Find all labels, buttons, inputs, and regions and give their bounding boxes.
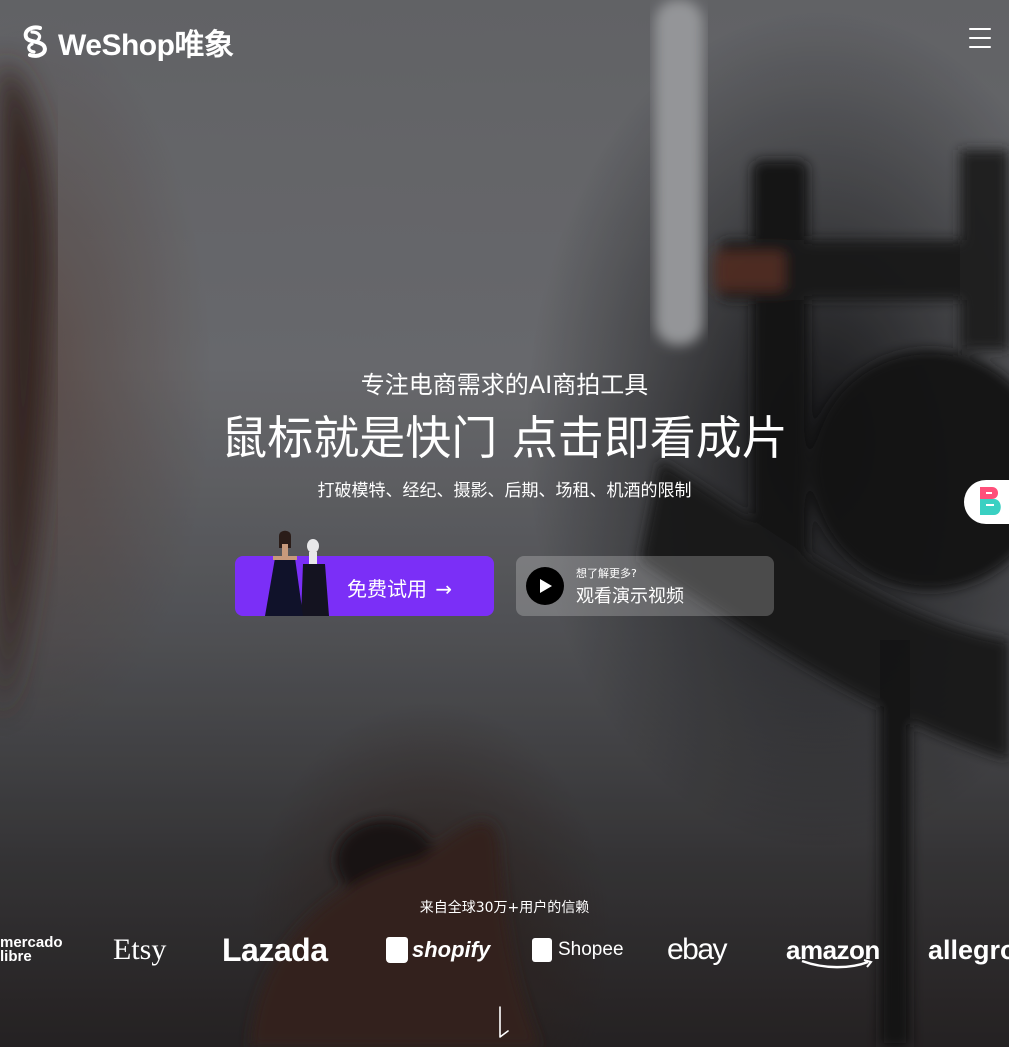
ebay-logo: ebay (667, 933, 728, 966)
weshop-logo-mark-icon (23, 25, 47, 58)
shopify-logo: shopify (386, 925, 490, 975)
video-caption-small: 想了解更多? (576, 567, 637, 580)
amazon-logo: amazon (786, 925, 880, 975)
etsy-logo: Etsy (113, 933, 167, 966)
shopify-bag-icon (386, 937, 408, 963)
play-triangle-icon (540, 579, 552, 593)
hamburger-menu-icon[interactable] (969, 28, 991, 48)
mercadolibre-logo: mercado libre (0, 925, 63, 975)
models-illustration-icon (265, 530, 329, 616)
lazada-logo: Lazada (222, 931, 328, 968)
shopee-text: Shopee (558, 939, 624, 960)
free-trial-label: 免费试用 → (347, 573, 452, 602)
amazon-smile-icon (801, 959, 873, 969)
menu-line (969, 46, 991, 48)
logo-text: WeShop唯象 (58, 29, 234, 62)
trust-caption: 来自全球30万+用户的信赖 (419, 900, 590, 916)
free-trial-text: 免费试用 (347, 577, 427, 601)
free-trial-button[interactable]: 免费试用 → (235, 530, 494, 616)
hero-subtitle: 专注电商需求的AI商拍工具 (360, 371, 649, 399)
shopee-logo: Shopee (532, 925, 624, 975)
background-dim-overlay (0, 0, 1009, 1047)
scroll-down-arrow-icon[interactable] (496, 1005, 512, 1041)
play-icon (526, 567, 564, 605)
allegro-logo: allegro (928, 934, 1009, 965)
floating-app-button[interactable] (964, 480, 1009, 524)
hero-tagline: 打破模特、经纪、摄影、后期、场租、机酒的限制 (317, 481, 692, 501)
mercado-line-2: libre (0, 948, 32, 965)
shopee-bag-icon (532, 938, 552, 962)
brand-logos-strip: mercado libre Etsy Lazada shopify Shopee… (0, 925, 1009, 975)
hero-headline: 鼠标就是快门 点击即看成片 (221, 411, 788, 465)
app-badge-icon (980, 487, 1001, 515)
shopify-text: shopify (412, 937, 491, 962)
video-caption-label: 观看演示视频 (576, 586, 684, 607)
weshop-logo[interactable]: WeShop唯象 (18, 20, 234, 64)
menu-line (969, 28, 991, 30)
arrow-right-icon: → (435, 577, 453, 601)
menu-line (969, 37, 991, 39)
watch-demo-video-button[interactable]: 想了解更多? 观看演示视频 (516, 556, 774, 616)
